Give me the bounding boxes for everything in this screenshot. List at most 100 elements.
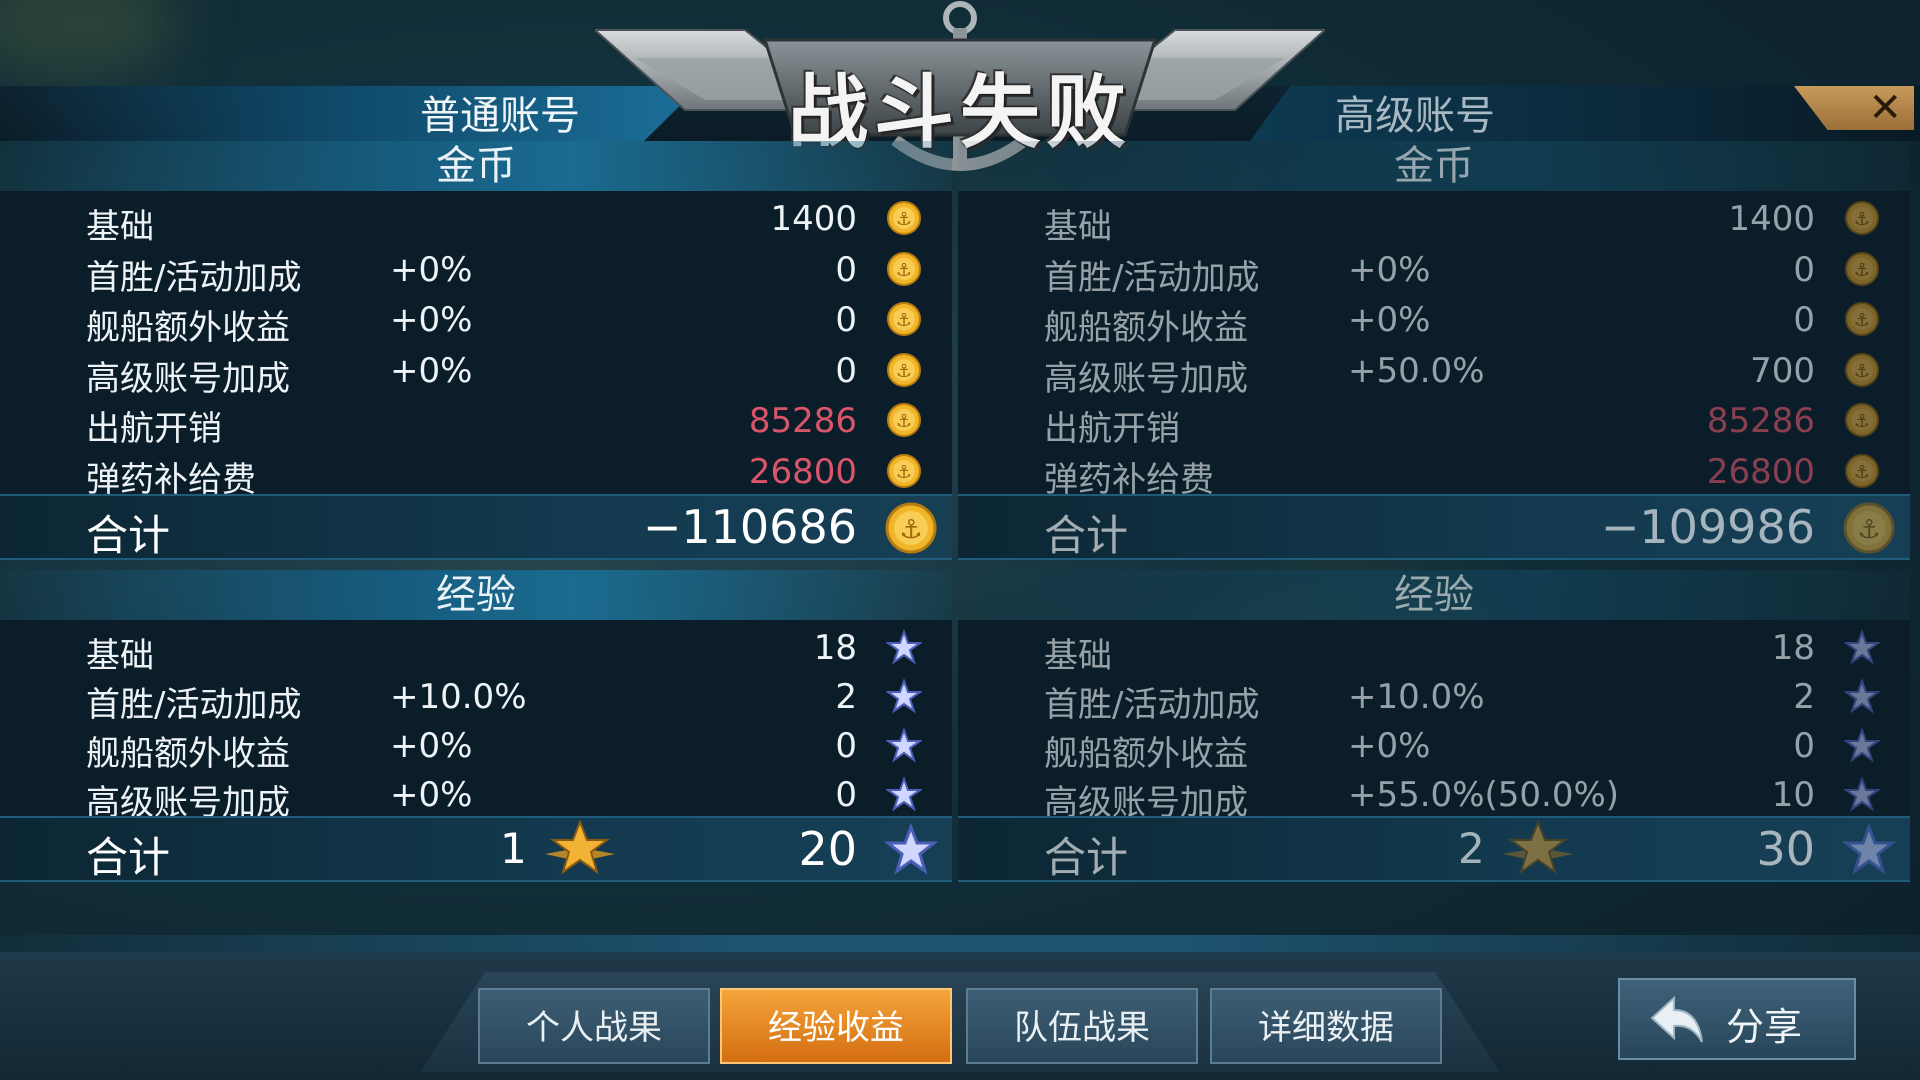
background-island	[0, 0, 180, 80]
exp-row: 首胜/活动加成 +10.0% 2	[958, 669, 1910, 725]
gold-row: 高级账号加成 +50.0% 700 ⚓	[958, 343, 1910, 399]
row-percent: +0%	[390, 249, 473, 290]
tab-detailed-data[interactable]: 详细数据	[1210, 988, 1442, 1064]
star-icon	[886, 727, 922, 763]
row-value: 0	[835, 350, 857, 391]
gold-rows: 基础 1400 ⚓ 首胜/活动加成 +0% 0 ⚓ 舰船额外收益 +0% 0 ⚓…	[958, 191, 1910, 500]
row-value: 0	[835, 249, 857, 290]
row-value: 1400	[1728, 199, 1815, 239]
gold-section-title: 金币	[958, 141, 1910, 191]
exp-total-value: 30	[1756, 822, 1815, 876]
coin-icon: ⚓	[887, 403, 921, 437]
coin-icon: ⚓	[887, 251, 921, 286]
row-value: 0	[1793, 249, 1815, 290]
row-percent: +10.0%	[1348, 677, 1485, 717]
row-percent: +55.0%(50.0%)	[1348, 775, 1620, 815]
svg-text:⚓: ⚓	[1854, 462, 1870, 483]
exp-row: 高级账号加成 +55.0%(50.0%) 10	[958, 767, 1910, 823]
star-icon	[1842, 823, 1896, 875]
row-value: 10	[1771, 775, 1815, 815]
star-icon	[1844, 776, 1880, 812]
star-icon	[884, 823, 938, 875]
gold-row: 首胜/活动加成 +0% 0 ⚓	[0, 242, 952, 298]
star-icon	[1844, 629, 1880, 665]
premium-account-panel: 金币 基础 1400 ⚓ 首胜/活动加成 +0% 0 ⚓ 舰船额外收益 +0% …	[958, 141, 1910, 882]
star-icon	[1844, 727, 1880, 763]
row-percent: +10.0%	[390, 677, 527, 717]
svg-text:⚓: ⚓	[896, 310, 912, 331]
svg-text:⚓: ⚓	[899, 515, 922, 545]
gold-row: 弹药补给费 26800 ⚓	[958, 444, 1910, 500]
exp-row: 舰船额外收益 +0% 0	[958, 718, 1910, 774]
gold-total-row: 合计 −110686 ⚓	[0, 494, 952, 560]
exp-section-title: 经验	[0, 570, 952, 620]
exp-total-value: 20	[798, 822, 857, 876]
row-percent: +0%	[1348, 249, 1431, 290]
coin-icon: ⚓	[1845, 453, 1879, 488]
row-percent: +0%	[390, 775, 473, 815]
exp-total-row: 合计 1 20	[0, 816, 952, 882]
svg-text:⚓: ⚓	[896, 361, 912, 382]
coin-icon: ⚓	[887, 453, 921, 488]
row-value: 0	[1793, 726, 1815, 766]
total-label: 合计	[86, 511, 171, 560]
gold-total-value: −109986	[1600, 500, 1815, 554]
captain-star-count: 1	[500, 824, 527, 873]
row-value: 85286	[1706, 401, 1815, 441]
share-label: 分享	[1726, 1005, 1803, 1049]
row-percent: +0%	[390, 350, 473, 391]
svg-text:⚓: ⚓	[896, 462, 912, 483]
tab-personal-results[interactable]: 个人战果	[478, 988, 710, 1064]
row-value: 0	[835, 300, 857, 340]
svg-text:⚓: ⚓	[896, 209, 912, 230]
gold-row: 基础 1400 ⚓	[958, 191, 1910, 247]
row-value: 700	[1750, 350, 1815, 391]
row-value: 0	[835, 726, 857, 766]
captain-star-count: 2	[1458, 824, 1485, 873]
exp-row: 首胜/活动加成 +10.0% 2	[0, 669, 952, 725]
gold-total-row: 合计 −109986 ⚓	[958, 494, 1910, 560]
tab-exp-earnings[interactable]: 经验收益	[720, 988, 952, 1064]
gold-star-icon	[1503, 820, 1573, 875]
coin-icon: ⚓	[1845, 302, 1879, 336]
coin-icon: ⚓	[1845, 201, 1879, 235]
star-icon	[886, 629, 922, 665]
coin-icon: ⚓	[887, 302, 921, 336]
row-value: 85286	[748, 401, 857, 441]
tab-normal-account-label: 普通账号	[420, 93, 580, 139]
row-value: 0	[1793, 300, 1815, 340]
row-value: 2	[1793, 677, 1815, 717]
tab-premium-account-label: 高级账号	[1335, 93, 1495, 139]
exp-row: 高级账号加成 +0% 0	[0, 767, 952, 823]
total-label: 合计	[1044, 833, 1129, 882]
row-percent: +50.0%	[1348, 350, 1485, 391]
exp-section-title: 经验	[958, 570, 1910, 620]
exp-row: 基础 18	[958, 620, 1910, 676]
gold-row: 弹药补给费 26800 ⚓	[0, 444, 952, 500]
svg-text:⚓: ⚓	[1857, 515, 1880, 545]
svg-text:⚓: ⚓	[1854, 310, 1870, 331]
row-value: 2	[835, 677, 857, 717]
close-icon: ✕	[1868, 85, 1902, 131]
star-icon	[886, 776, 922, 812]
row-percent: +0%	[1348, 726, 1431, 766]
back-arrow-icon	[1650, 995, 1703, 1043]
gold-row: 舰船额外收益 +0% 0 ⚓	[958, 292, 1910, 348]
gold-total-value: −110686	[642, 500, 857, 554]
exp-rows: 基础 18 首胜/活动加成 +10.0% 2 舰船额外收益 +0% 0 高级账号…	[958, 620, 1910, 823]
coin-icon: ⚓	[1845, 352, 1879, 387]
row-percent: +0%	[390, 726, 473, 766]
exp-total-row: 合计 2 30	[958, 816, 1910, 882]
bottom-divider	[0, 935, 1920, 953]
gold-section-title: 金币	[0, 141, 952, 191]
row-value: 18	[813, 628, 857, 668]
gold-row: 出航开销 85286 ⚓	[0, 393, 952, 449]
share-button[interactable]: 分享	[1618, 978, 1856, 1060]
gold-row: 高级账号加成 +0% 0 ⚓	[0, 343, 952, 399]
coin-icon: ⚓	[887, 201, 921, 235]
total-label: 合计	[1044, 511, 1129, 560]
svg-text:⚓: ⚓	[1854, 209, 1870, 230]
tab-team-results[interactable]: 队伍战果	[966, 988, 1198, 1064]
star-icon	[886, 678, 922, 714]
row-value: 26800	[748, 451, 857, 492]
